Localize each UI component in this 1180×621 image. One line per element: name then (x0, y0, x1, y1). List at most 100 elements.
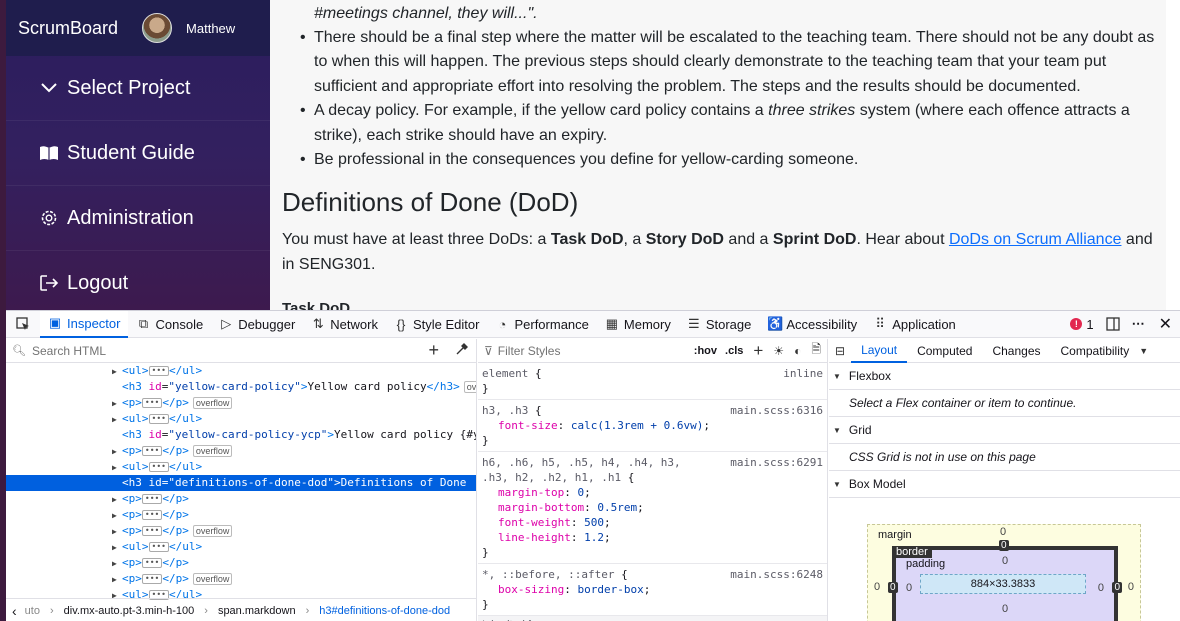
more-options-icon[interactable]: ⋯ (1126, 311, 1151, 338)
add-node-icon[interactable]: + (428, 340, 439, 361)
tab-layout[interactable]: Layout (851, 339, 908, 363)
expand-triangle-icon[interactable]: ▶ (112, 572, 122, 587)
expand-triangle-icon[interactable]: ▶ (112, 556, 122, 571)
grid-section-header[interactable]: ▼ Grid (829, 417, 1180, 444)
tree-row[interactable]: ▶ <ul> ••• </ul> (6, 411, 476, 427)
collapsed-content-icon[interactable]: ••• (141, 558, 163, 568)
overflow-badge[interactable]: overflow (192, 445, 233, 457)
css-rule[interactable]: h3, .h3 {main.scss:6316 font-size: calc(1… (478, 400, 827, 452)
tree-row[interactable]: ▶ <p> ••• </p> (6, 491, 476, 507)
search-input[interactable]: Search HTML (32, 344, 429, 358)
css-declaration[interactable]: font-weight: 500; (482, 515, 823, 530)
collapsed-content-icon[interactable]: ••• (141, 494, 163, 504)
content-size[interactable]: 884×33.3833 (971, 578, 1036, 590)
avatar[interactable] (142, 13, 173, 43)
collapsed-content-icon[interactable]: ••• (148, 542, 169, 552)
collapsed-content-icon[interactable]: ••• (148, 462, 169, 472)
expand-triangle-icon[interactable]: ▶ (112, 364, 122, 379)
collapsed-content-icon[interactable]: ••• (141, 398, 163, 408)
breadcrumb-item[interactable]: div.mx-auto.pt-3.min-h-100 (64, 605, 195, 617)
tree-row[interactable]: ▶ <ul> ••• </ul> (6, 363, 476, 379)
sidebar-item-student-guide[interactable]: Student Guide (6, 121, 270, 186)
tree-row[interactable]: <h3 id="definitions-of-done-dod">Definit… (6, 475, 476, 491)
element-picker-icon[interactable] (6, 311, 40, 338)
tab-storage[interactable]: ☰ Storage (679, 311, 760, 338)
hov-toggle[interactable]: :hov (694, 345, 717, 357)
tab-changes[interactable]: Changes (982, 339, 1050, 363)
breadcrumb-item[interactable]: span.markdown (218, 605, 296, 617)
eyedropper-icon[interactable] (455, 342, 468, 359)
toggle-sidebar-icon[interactable]: ⊟ (829, 344, 851, 358)
sidebar-item-administration[interactable]: Administration (6, 186, 270, 251)
expand-triangle-icon[interactable]: ▶ (112, 540, 122, 555)
tree-row[interactable]: ▶ <p> ••• </p> overflow (6, 443, 476, 459)
tree-row[interactable]: ▶ <p> ••• </p> overflow (6, 571, 476, 587)
overflow-badge[interactable]: overflow (192, 397, 233, 409)
expand-triangle-icon[interactable]: ▶ (112, 524, 122, 539)
add-rule-icon[interactable]: + (753, 341, 763, 361)
margin-top-value[interactable]: 0 (1000, 526, 1006, 538)
css-declaration[interactable]: font-size: calc(1.3rem + 0.6vw); (482, 418, 823, 433)
rule-source-link[interactable]: main.scss:6316 (730, 403, 823, 418)
css-declaration[interactable]: margin-top: 0; (482, 485, 823, 500)
padding-bottom-value[interactable]: 0 (1002, 603, 1008, 615)
tree-row[interactable]: ▶ <ul> ••• </ul> (6, 459, 476, 475)
light-scheme-icon[interactable]: ☀ (773, 344, 784, 358)
sidebar-item-select-project[interactable]: Select Project (6, 56, 270, 121)
overflow-badge[interactable]: overflow (192, 525, 233, 537)
print-media-icon[interactable]: 🗎︎ (811, 340, 821, 361)
tab-compatibility[interactable]: Compatibility (1051, 339, 1140, 363)
tree-row[interactable]: ▶ <p> ••• </p> overflow (6, 395, 476, 411)
expand-triangle-icon[interactable]: ▶ (112, 444, 122, 459)
rule-source-link[interactable]: inline (783, 366, 823, 381)
collapsed-content-icon[interactable]: ••• (148, 414, 169, 424)
expand-triangle-icon[interactable]: ▶ (112, 396, 122, 411)
padding-right-value[interactable]: 0 (1098, 582, 1104, 594)
overflow-badge[interactable]: ov (463, 381, 476, 393)
dock-toggle-icon[interactable] (1100, 311, 1126, 338)
tab-computed[interactable]: Computed (907, 339, 982, 363)
scrum-alliance-link[interactable]: DoDs on Scrum Alliance (949, 231, 1122, 248)
expand-triangle-icon[interactable]: ▶ (112, 508, 122, 523)
breadcrumb-item[interactable]: uto (25, 605, 40, 617)
margin-right-value[interactable]: 0 (1128, 581, 1134, 593)
expand-triangle-icon[interactable]: ▶ (112, 412, 122, 427)
margin-left-value[interactable]: 0 (874, 581, 880, 593)
css-declaration[interactable]: line-height: 1.2; (482, 530, 823, 545)
tab-style-editor[interactable]: {} Style Editor (386, 311, 487, 338)
tab-inspector[interactable]: ▣ Inspector (40, 310, 129, 338)
border-top-value[interactable]: 0 (999, 540, 1009, 551)
breadcrumb-item[interactable]: h3#definitions-of-done-dod (319, 605, 450, 617)
css-rule[interactable]: h6, .h6, h5, .h5, h4, .h4, h3, .h3, h2, … (478, 452, 827, 564)
filter-styles-input[interactable]: Filter Styles (498, 344, 694, 358)
collapsed-content-icon[interactable]: ••• (148, 366, 169, 376)
collapsed-content-icon[interactable]: ••• (141, 526, 163, 536)
flexbox-section-header[interactable]: ▼ Flexbox (829, 363, 1180, 390)
border-right-value[interactable]: 0 (1112, 582, 1122, 593)
tree-row[interactable]: <h3 id="yellow-card-policy-ycp">Yellow c… (6, 427, 476, 443)
css-declaration[interactable]: margin-bottom: 0.5rem; (482, 500, 823, 515)
tab-application[interactable]: ⠿ Application (865, 311, 964, 338)
tree-row[interactable]: ▶ <p> ••• </p> (6, 555, 476, 571)
expand-triangle-icon[interactable]: ▶ (112, 460, 122, 475)
tab-accessibility[interactable]: ♿ Accessibility (759, 311, 865, 338)
tab-network[interactable]: ⇅ Network (303, 311, 386, 338)
close-icon[interactable]: ✕ (1151, 311, 1180, 338)
user-name[interactable]: Matthew (186, 21, 235, 36)
padding-left-value[interactable]: 0 (906, 582, 912, 594)
css-declaration[interactable]: box-sizing: border-box; (482, 582, 823, 597)
tabs-dropdown-icon[interactable]: ▼ (1139, 346, 1148, 356)
tab-debugger[interactable]: ▷ Debugger (211, 311, 303, 338)
page-scrollbar[interactable] (1166, 0, 1180, 310)
box-model-section-header[interactable]: ▼ Box Model (829, 471, 1180, 498)
brand-logo[interactable]: ScrumBoard (18, 18, 118, 39)
tab-performance[interactable]: ◔ Performance (487, 311, 596, 338)
tab-memory[interactable]: ▦ Memory (597, 311, 679, 338)
tree-row[interactable]: ▶ <ul> ••• </ul> (6, 539, 476, 555)
overflow-badge[interactable]: overflow (192, 573, 233, 585)
breadcrumb-back-icon[interactable]: ‹ (12, 603, 17, 619)
tab-console[interactable]: ⧉ Console (128, 311, 211, 338)
border-left-value[interactable]: 0 (888, 582, 898, 593)
error-count-badge[interactable]: ! 1 (1064, 311, 1099, 338)
sidebar-item-logout[interactable]: Logout (6, 251, 270, 316)
